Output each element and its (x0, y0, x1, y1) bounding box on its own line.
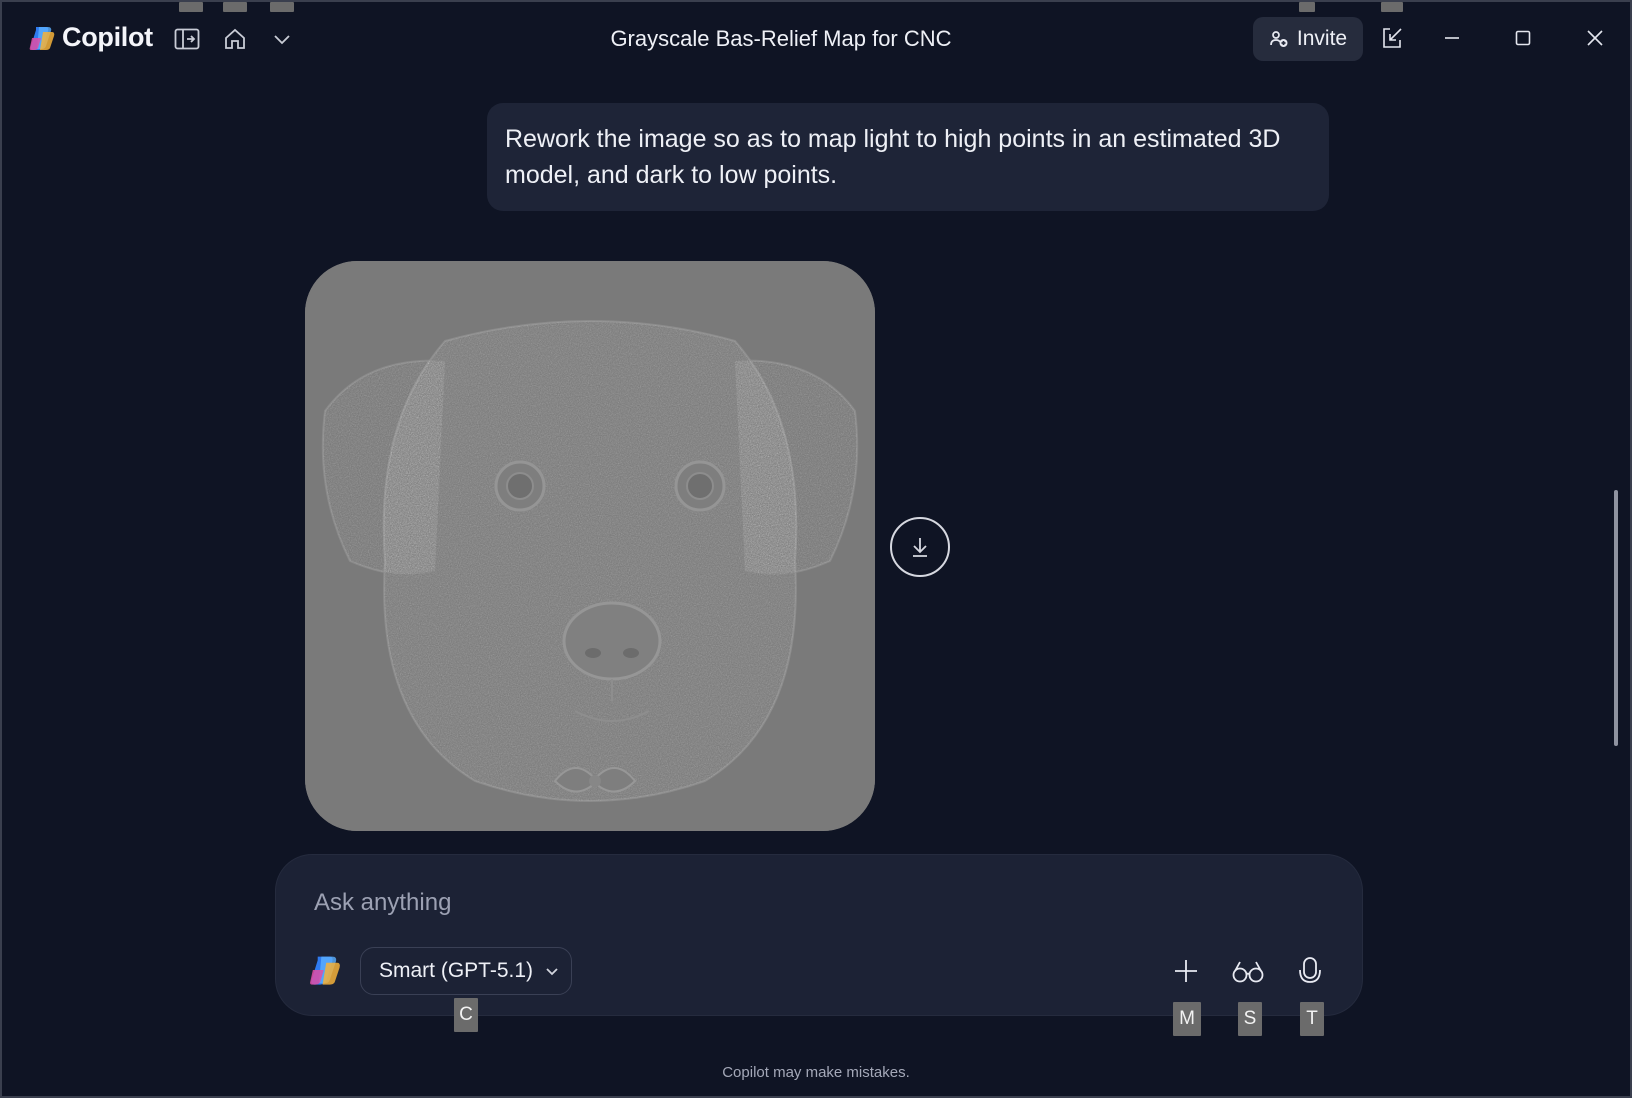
model-selector[interactable]: Smart (GPT-5.1) (360, 947, 572, 995)
brand: Copilot (28, 22, 153, 53)
ask-input[interactable] (314, 885, 1214, 921)
maximize-icon (1515, 30, 1531, 46)
invite-button[interactable]: Invite (1253, 17, 1363, 61)
microphone-icon (1299, 957, 1321, 983)
user-message-text: Rework the image so as to map light to h… (505, 125, 1281, 189)
copilot-logo-icon (310, 956, 340, 985)
keytip-add: M (1173, 1002, 1201, 1036)
minimize-button[interactable] (1432, 20, 1472, 56)
share-out-button[interactable] (1372, 20, 1412, 56)
add-attachment-button[interactable] (1166, 951, 1206, 991)
chevron-down-icon (274, 35, 290, 45)
home-button[interactable] (218, 22, 252, 56)
conversation-title: Grayscale Bas-Relief Map for CNC (610, 26, 952, 51)
invite-label: Invite (1296, 27, 1348, 50)
home-icon (225, 28, 245, 49)
scrollbar-thumb[interactable] (1614, 490, 1618, 746)
sidebar-toggle-button[interactable] (170, 22, 204, 56)
download-image-button[interactable] (890, 517, 950, 577)
app-name: Copilot (62, 22, 153, 52)
glasses-icon (1232, 961, 1264, 983)
maximize-button[interactable] (1503, 20, 1543, 56)
vision-button[interactable] (1228, 951, 1268, 991)
user-message-bubble: Rework the image so as to map light to h… (487, 103, 1329, 211)
keytip-vision: S (1238, 1002, 1262, 1036)
add-people-icon (1270, 31, 1288, 47)
close-icon (1587, 30, 1603, 46)
share-out-icon (1383, 28, 1402, 48)
bas-relief-dog-image (305, 261, 875, 831)
copilot-logo-icon (29, 26, 55, 50)
app-window: Copilot Grayscale Bas-Relief Map for CNC (0, 0, 1632, 1098)
generated-image[interactable] (305, 261, 875, 831)
download-icon (913, 538, 927, 557)
voice-button[interactable] (1290, 951, 1330, 991)
keytip-model: C (454, 998, 478, 1032)
chevron-down-icon (546, 968, 558, 976)
title-bar: Copilot Grayscale Bas-Relief Map for CNC (2, 2, 1630, 78)
model-label: Smart (GPT-5.1) (379, 959, 534, 982)
history-dropdown-button[interactable] (265, 22, 299, 56)
close-button[interactable] (1575, 20, 1615, 56)
plus-icon (1175, 960, 1197, 982)
minimize-icon (1445, 37, 1459, 39)
disclaimer-text: Copilot may make mistakes. (722, 1064, 910, 1081)
keytip-voice: T (1300, 1002, 1324, 1036)
composer: Smart (GPT-5.1) (276, 855, 1362, 1015)
sidebar-toggle-icon (174, 28, 200, 50)
